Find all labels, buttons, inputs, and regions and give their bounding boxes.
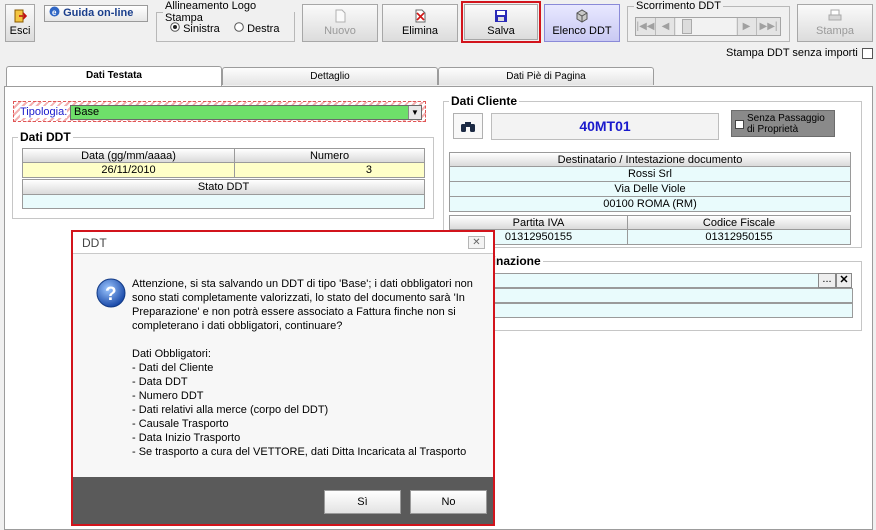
dialog-title-bar: DDT ✕: [73, 232, 493, 254]
tab-dati-testata[interactable]: Dati Testata: [6, 66, 222, 88]
dati-ddt-title: Dati DDT: [18, 130, 73, 144]
stampa-senza-importi-label: Stampa DDT senza importi: [726, 47, 858, 59]
elimina-button[interactable]: Elimina: [382, 4, 458, 42]
ellipsis-icon: ...: [822, 273, 832, 285]
cliente-city: 00100 ROMA (RM): [449, 196, 851, 212]
nuovo-button[interactable]: Nuovo: [302, 4, 378, 42]
col-header-data: Data (gg/mm/aaaa): [22, 148, 235, 163]
svg-text:e: e: [52, 8, 57, 17]
tipologia-dropdown-button[interactable]: ▼: [408, 106, 421, 119]
tab-dati-testata-label: Dati Testata: [86, 70, 142, 81]
stato-ddt-value: [22, 194, 425, 209]
piva-header: Partita IVA: [449, 215, 628, 230]
binoculars-icon: [461, 122, 475, 132]
cf-value: 01312950155: [627, 229, 851, 245]
cliente-code-field[interactable]: 40MT01: [491, 113, 719, 140]
senza-passaggio-option[interactable]: Senza Passaggio di Proprietà: [731, 110, 835, 137]
stato-ddt-header: Stato DDT: [22, 179, 425, 195]
destinazione-line-1[interactable]: [449, 273, 819, 288]
radio-unchecked-icon: [234, 22, 244, 32]
dati-cliente-title: Dati Cliente: [449, 94, 520, 108]
senza-passaggio-checkbox[interactable]: [735, 120, 744, 129]
tipologia-field: Tipologia: Base ▼: [13, 101, 426, 122]
elenco-label: Elenco DDT: [552, 25, 612, 37]
data-ddt-input[interactable]: 26/11/2010: [22, 162, 235, 178]
question-icon: ?: [96, 278, 126, 308]
help-icon: e: [49, 6, 60, 17]
scorrimento-title: Scorrimento DDT: [636, 0, 721, 12]
new-document-icon: [335, 9, 346, 23]
guida-online-link[interactable]: e Guida on-line: [44, 5, 148, 22]
esci-label: Esci: [9, 25, 31, 37]
radio-sinistra-label: Sinistra: [183, 23, 220, 35]
tipologia-label: Tipologia:: [20, 106, 68, 118]
cliente-code: 40MT01: [579, 118, 631, 134]
cliente-name: Rossi Srl: [449, 166, 851, 182]
numero-ddt-input[interactable]: 3: [234, 162, 425, 178]
dialog-message: Attenzione, si sta salvando un DDT di ti…: [132, 278, 473, 458]
scroll-nav-bar: |◀◀ ◀ ▶ ▶▶|: [635, 17, 781, 36]
col-header-numero: Numero: [234, 148, 425, 163]
confirm-dialog: DDT ✕ ? Attenzione, si sta salvando un D…: [71, 230, 495, 526]
tab-dati-pie-label: Dati Piè di Pagina: [506, 71, 586, 82]
dialog-close-button[interactable]: ✕: [468, 236, 485, 249]
tab-dati-pie-di-pagina[interactable]: Dati Piè di Pagina: [438, 67, 654, 85]
radio-destra[interactable]: Destra: [234, 22, 279, 35]
nuovo-label: Nuovo: [324, 25, 356, 37]
destinazione-clear-button[interactable]: ✕: [836, 273, 852, 288]
esci-button[interactable]: Esci: [5, 4, 35, 42]
dialog-title: DDT: [82, 236, 107, 250]
salva-label: Salva: [487, 25, 515, 37]
destinazione-line-3: [449, 303, 853, 318]
elenco-ddt-button[interactable]: Elenco DDT: [544, 4, 620, 42]
next-record-button[interactable]: ▶: [737, 18, 755, 35]
radio-checked-icon: [170, 22, 180, 32]
guida-label: Guida on-line: [63, 7, 134, 19]
salva-button[interactable]: Salva: [461, 1, 541, 43]
save-floppy-icon: [495, 10, 507, 22]
package-list-icon: [576, 9, 588, 23]
close-icon: ✕: [839, 274, 849, 286]
dialog-yes-button[interactable]: Sì: [324, 490, 401, 514]
stampa-button[interactable]: Stampa: [797, 4, 873, 42]
slider-thumb[interactable]: [682, 19, 692, 34]
tab-dettaglio[interactable]: Dettaglio: [222, 67, 438, 85]
radio-destra-label: Destra: [247, 23, 280, 35]
stampa-label: Stampa: [816, 25, 854, 37]
senza-passaggio-label: Senza Passaggio di Proprietà: [747, 113, 825, 135]
stampa-senza-importi-option[interactable]: Stampa DDT senza importi: [726, 47, 874, 61]
radio-sinistra[interactable]: Sinistra: [170, 22, 220, 35]
exit-door-icon: [14, 9, 27, 23]
chevron-down-icon: ▼: [411, 108, 419, 117]
logo-alignment-group: Allineamento Logo Stampa: [156, 0, 295, 42]
cliente-street: Via Delle Viole: [449, 181, 851, 197]
stampa-senza-importi-checkbox[interactable]: [862, 48, 873, 59]
destinazione-line-2: [449, 288, 853, 303]
first-record-button[interactable]: |◀◀: [636, 18, 656, 35]
destinatario-header: Destinatario / Intestazione documento: [449, 152, 851, 167]
prev-record-button[interactable]: ◀: [657, 18, 675, 35]
svg-text:?: ?: [105, 284, 117, 305]
dialog-no-button[interactable]: No: [410, 490, 487, 514]
elimina-label: Elimina: [401, 25, 439, 37]
tab-dettaglio-label: Dettaglio: [310, 71, 350, 82]
tipologia-value: Base: [74, 106, 100, 118]
delete-document-icon: [415, 9, 426, 23]
cf-header: Codice Fiscale: [627, 215, 851, 230]
destinazione-lookup-button[interactable]: ...: [818, 273, 836, 288]
close-icon: ✕: [472, 237, 481, 248]
logo-alignment-title: Allineamento Logo Stampa: [165, 0, 257, 24]
tipologia-select[interactable]: Base ▼: [70, 105, 422, 120]
printer-icon: [828, 9, 842, 21]
last-record-button[interactable]: ▶▶|: [756, 18, 780, 35]
search-cliente-button[interactable]: [453, 113, 483, 139]
